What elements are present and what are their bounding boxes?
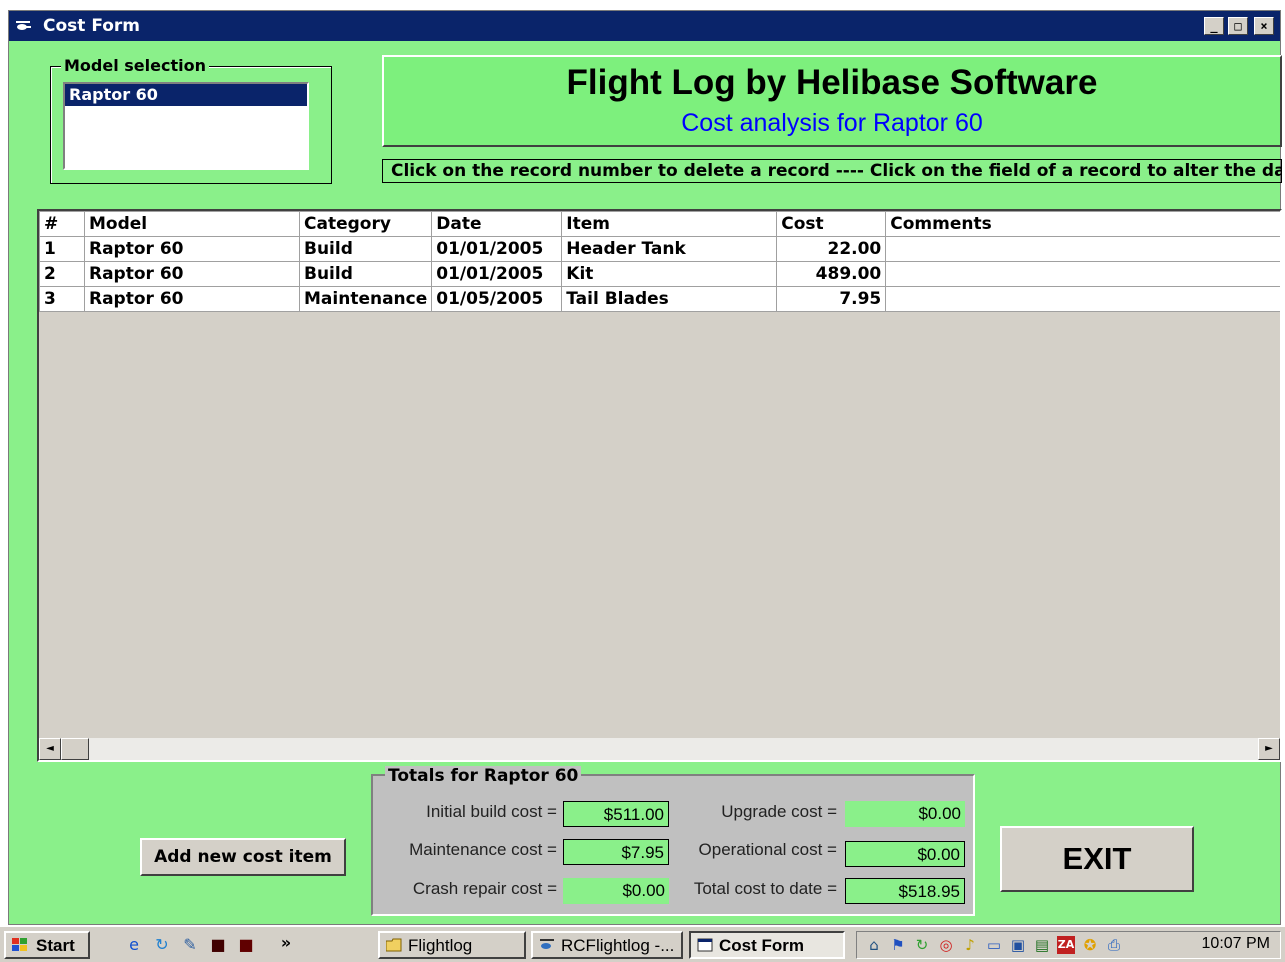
taskbar-item-label: Cost Form: [719, 936, 804, 955]
cost-cell[interactable]: 22.00: [776, 236, 887, 262]
zonealarm-icon[interactable]: ZA: [1057, 936, 1075, 954]
taskbar-item-label: RCFlightlog -...: [561, 936, 675, 955]
totals-legend: Totals for Raptor 60: [385, 766, 582, 786]
refresh-icon[interactable]: ↻: [152, 935, 172, 955]
total-cost-value: $518.95: [845, 878, 965, 904]
folder-icon: [386, 938, 402, 952]
initial-build-cost-label: Initial build cost =: [426, 802, 557, 821]
record-number-cell[interactable]: 3: [39, 286, 85, 312]
table-row[interactable]: 2 Raptor 60 Build 01/01/2005 Kit 489.00: [39, 261, 1280, 287]
volume-icon[interactable]: ♪: [961, 936, 979, 954]
taskbar-item-label: Flightlog: [408, 936, 473, 955]
helicopter-icon: [16, 21, 31, 30]
taskbar-item-cost-form[interactable]: Cost Form: [689, 931, 845, 959]
monitor-icon[interactable]: ▤: [1033, 936, 1051, 954]
internet-explorer-icon[interactable]: e: [124, 935, 144, 955]
horizontal-scrollbar[interactable]: ◄ ►: [39, 738, 1280, 760]
category-cell[interactable]: Build: [298, 236, 433, 262]
header-panel: Flight Log by Helibase Software Cost ana…: [382, 55, 1282, 147]
app-heading: Flight Log by Helibase Software: [566, 63, 1098, 102]
display-icon[interactable]: ▭: [985, 936, 1003, 954]
column-header-item: Item: [561, 211, 778, 237]
totals-group: Totals for Raptor 60 Initial build cost …: [371, 766, 975, 916]
taskbar-item-rcflightlog[interactable]: RCFlightlog -...: [531, 931, 683, 959]
tray-app-icon[interactable]: ▣: [1009, 936, 1027, 954]
maintenance-cost-value: $7.95: [563, 839, 669, 865]
table-row[interactable]: 1 Raptor 60 Build 01/01/2005 Header Tank…: [39, 236, 1280, 262]
column-header-comments: Comments: [885, 211, 1280, 237]
start-label: Start: [36, 936, 75, 955]
flag-icon[interactable]: ⚑: [889, 936, 907, 954]
title-bar[interactable]: Cost Form _ □ ×: [9, 11, 1280, 41]
model-cell[interactable]: Raptor 60: [84, 236, 300, 262]
model-list-item-selected[interactable]: Raptor 60: [65, 84, 307, 106]
comments-cell[interactable]: [885, 286, 1280, 312]
record-number-cell[interactable]: 2: [39, 261, 85, 287]
exit-button[interactable]: EXIT: [1000, 826, 1194, 892]
column-header-date: Date: [431, 211, 563, 237]
table-row[interactable]: 3 Raptor 60 Maintenance 01/05/2005 Tail …: [39, 286, 1280, 312]
antivirus-icon[interactable]: ◎: [937, 936, 955, 954]
taskbar: Start e ↻ ✎ ■ ■ » Flightlog RCFlightlog …: [0, 925, 1285, 962]
analysis-subtitle: Cost analysis for Raptor 60: [681, 109, 983, 137]
category-cell[interactable]: Build: [298, 261, 433, 287]
start-button[interactable]: Start: [4, 931, 90, 959]
clock: 10:07 PM: [1201, 935, 1270, 952]
model-cell[interactable]: Raptor 60: [84, 261, 300, 287]
comments-cell[interactable]: [885, 236, 1280, 262]
quicklaunch-more-chevron[interactable]: »: [276, 933, 296, 953]
helicopter-icon: [540, 939, 554, 949]
application-icon-2[interactable]: ■: [236, 935, 256, 955]
minimize-button[interactable]: _: [1204, 17, 1224, 35]
scroll-left-button[interactable]: ◄: [39, 738, 61, 760]
system-tray: ⌂ ⚑ ↻ ◎ ♪ ▭ ▣ ▤ ZA ✪ ⎙ 10:07 PM: [856, 931, 1281, 959]
record-number-cell[interactable]: 1: [39, 236, 85, 262]
category-cell[interactable]: Maintenance: [298, 286, 433, 312]
model-cell[interactable]: Raptor 60: [84, 286, 300, 312]
column-header-category: Category: [298, 211, 433, 237]
scroll-right-button[interactable]: ►: [1258, 738, 1280, 760]
network-icon[interactable]: ⌂: [865, 936, 883, 954]
windows-logo-icon: [12, 938, 27, 951]
scroll-thumb[interactable]: [61, 738, 89, 760]
date-cell[interactable]: 01/05/2005: [431, 286, 563, 312]
model-listbox[interactable]: Raptor 60: [63, 82, 309, 170]
upgrade-cost-label: Upgrade cost =: [721, 802, 837, 821]
close-button[interactable]: ×: [1254, 17, 1274, 35]
column-header-cost: Cost: [776, 211, 887, 237]
maintenance-cost-label: Maintenance cost =: [409, 840, 557, 859]
printer-icon[interactable]: ⎙: [1105, 936, 1123, 954]
add-new-cost-item-button[interactable]: Add new cost item: [140, 838, 346, 876]
operational-cost-value: $0.00: [845, 841, 965, 867]
column-header-number: #: [39, 211, 85, 237]
date-cell[interactable]: 01/01/2005: [431, 261, 563, 287]
cost-records-grid[interactable]: # Model Category Date Item Cost Comments…: [37, 209, 1282, 762]
window-icon: [697, 938, 713, 952]
initial-build-cost-value: $511.00: [563, 801, 669, 827]
item-cell[interactable]: Kit: [561, 261, 778, 287]
comments-cell[interactable]: [885, 261, 1280, 287]
model-selection-legend: Model selection: [61, 56, 209, 75]
column-header-model: Model: [84, 211, 300, 237]
notepad-icon[interactable]: ✎: [180, 935, 200, 955]
total-cost-label: Total cost to date =: [693, 879, 837, 898]
cost-cell[interactable]: 489.00: [776, 261, 887, 287]
cost-cell[interactable]: 7.95: [776, 286, 887, 312]
grid-header-row: # Model Category Date Item Cost Comments: [39, 211, 1280, 237]
taskbar-item-flightlog[interactable]: Flightlog: [378, 931, 526, 959]
crash-repair-cost-label: Crash repair cost =: [412, 879, 557, 898]
item-cell[interactable]: Header Tank: [561, 236, 778, 262]
application-icon[interactable]: ■: [208, 935, 228, 955]
sync-icon[interactable]: ↻: [913, 936, 931, 954]
operational-cost-label: Operational cost =: [698, 840, 837, 859]
item-cell[interactable]: Tail Blades: [561, 286, 778, 312]
cost-form-window: Cost Form _ □ × Model selection Raptor 6…: [8, 10, 1282, 925]
date-cell[interactable]: 01/01/2005: [431, 236, 563, 262]
instructions-text: Click on the record number to delete a r…: [382, 159, 1282, 183]
crash-repair-cost-value: $0.00: [563, 878, 669, 904]
window-title: Cost Form: [43, 16, 141, 36]
norton-icon[interactable]: ✪: [1081, 936, 1099, 954]
maximize-button[interactable]: □: [1228, 17, 1248, 35]
upgrade-cost-value: $0.00: [845, 801, 965, 827]
